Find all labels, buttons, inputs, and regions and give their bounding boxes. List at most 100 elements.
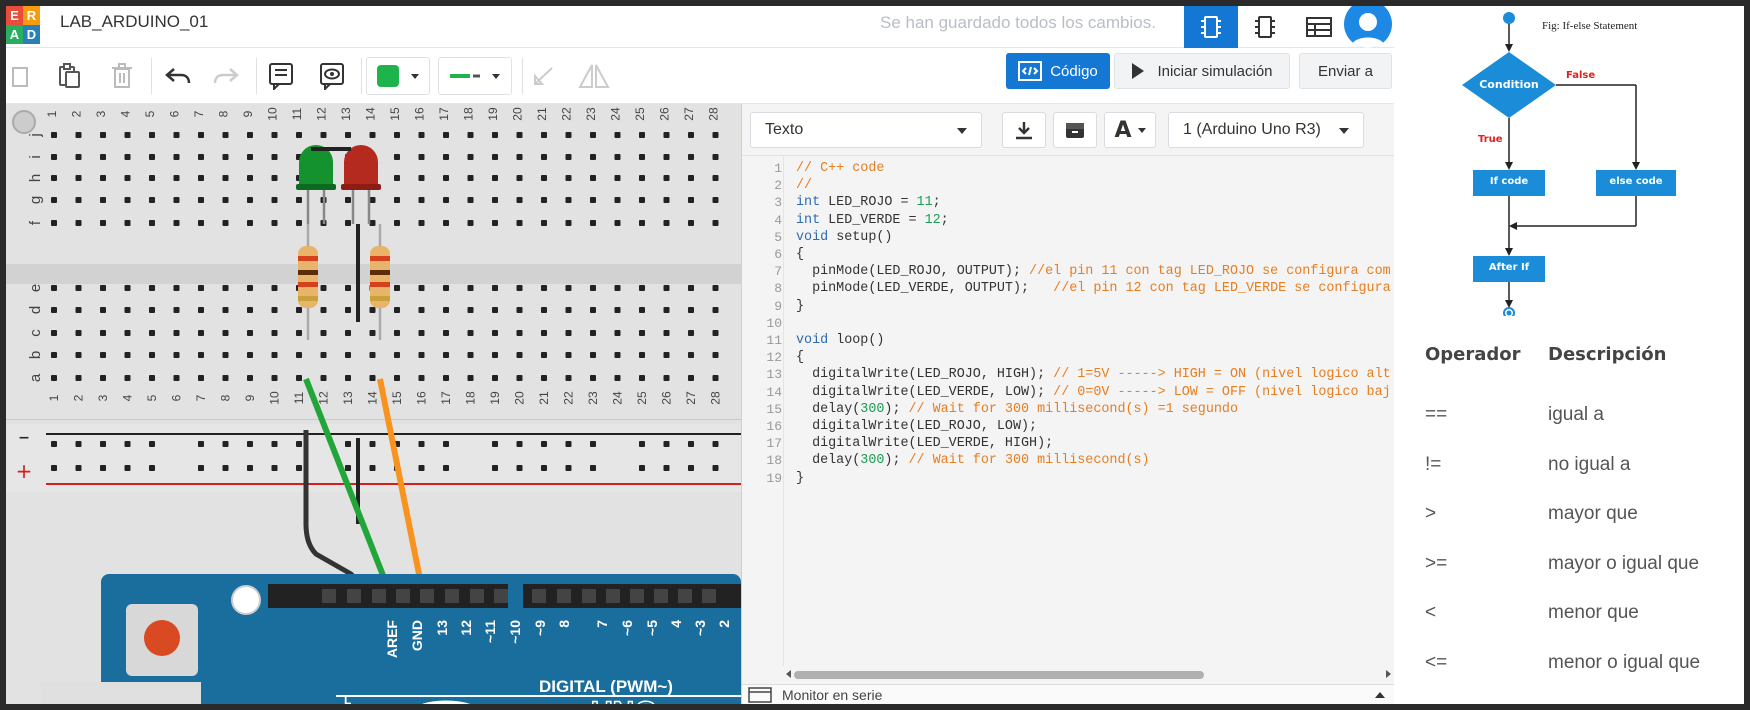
breadboard-hole[interactable]: [271, 175, 278, 181]
rail-hole[interactable]: [639, 441, 645, 447]
breadboard-hole[interactable]: [590, 285, 596, 291]
breadboard-hole[interactable]: [492, 375, 498, 381]
breadboard-hole[interactable]: [614, 175, 621, 181]
fit-view-icon[interactable]: [12, 110, 36, 134]
breadboard-hole[interactable]: [222, 197, 229, 203]
rail-hole[interactable]: [222, 441, 229, 447]
code-line[interactable]: digitalWrite(LED_ROJO, LOW);: [796, 418, 1391, 435]
breadboard-hole[interactable]: [712, 154, 719, 160]
breadboard-hole[interactable]: [639, 197, 645, 203]
breadboard-hole[interactable]: [100, 175, 106, 181]
breadboard-hole[interactable]: [124, 220, 131, 226]
breadboard-hole[interactable]: [345, 352, 351, 358]
breadboard-hole[interactable]: [639, 375, 645, 381]
breadboard-hole[interactable]: [149, 132, 155, 138]
breadboard-hole[interactable]: [418, 154, 425, 160]
font-size-button[interactable]: A: [1104, 112, 1156, 148]
breadboard-hole[interactable]: [320, 352, 327, 358]
rail-hole[interactable]: [51, 465, 57, 471]
breadboard-hole[interactable]: [565, 175, 572, 181]
breadboard-hole[interactable]: [149, 220, 155, 226]
breadboard-hole[interactable]: [100, 307, 106, 313]
breadboard-hole[interactable]: [565, 307, 572, 313]
breadboard-hole[interactable]: [320, 132, 327, 138]
breadboard-hole[interactable]: [271, 220, 278, 226]
breadboard-hole[interactable]: [75, 154, 82, 160]
breadboard-hole[interactable]: [369, 132, 376, 138]
rail-hole[interactable]: [369, 465, 376, 471]
breadboard-hole[interactable]: [712, 175, 719, 181]
code-line[interactable]: ​: [796, 315, 1391, 332]
breadboard-hole[interactable]: [124, 352, 131, 358]
rail-hole[interactable]: [516, 441, 523, 447]
breadboard-hole[interactable]: [271, 330, 278, 336]
breadboard-hole[interactable]: [688, 330, 694, 336]
circuit-svg[interactable]: –+11223344556677889910101111121213131414…: [6, 104, 741, 704]
breadboard-hole[interactable]: [516, 330, 523, 336]
breadboard-hole[interactable]: [51, 352, 57, 358]
breadboard-hole[interactable]: [565, 352, 572, 358]
breadboard-hole[interactable]: [124, 375, 131, 381]
delete-button[interactable]: [102, 57, 142, 95]
breadboard-hole[interactable]: [173, 307, 180, 313]
breadboard-hole[interactable]: [394, 175, 400, 181]
breadboard-hole[interactable]: [443, 375, 449, 381]
breadboard-hole[interactable]: [198, 375, 204, 381]
rail-hole[interactable]: [541, 441, 547, 447]
breadboard-hole[interactable]: [75, 307, 82, 313]
breadboard-hole[interactable]: [541, 307, 547, 313]
rail-hole[interactable]: [712, 465, 719, 471]
header-pin[interactable]: [445, 589, 459, 603]
breadboard-hole[interactable]: [639, 352, 645, 358]
header-pin[interactable]: [606, 589, 620, 603]
expand-up-icon[interactable]: [1375, 692, 1385, 698]
breadboard-hole[interactable]: [222, 285, 229, 291]
breadboard-hole[interactable]: [51, 132, 57, 138]
breadboard-hole[interactable]: [247, 375, 253, 381]
header-pin[interactable]: [420, 589, 434, 603]
breadboard-hole[interactable]: [418, 330, 425, 336]
breadboard-hole[interactable]: [394, 330, 400, 336]
breadboard-hole[interactable]: [467, 375, 474, 381]
breadboard-hole[interactable]: [492, 220, 498, 226]
breadboard-hole[interactable]: [394, 375, 400, 381]
header-pin[interactable]: [654, 589, 668, 603]
breadboard-hole[interactable]: [124, 175, 131, 181]
breadboard-hole[interactable]: [688, 154, 694, 160]
breadboard-hole[interactable]: [222, 330, 229, 336]
download-code-button[interactable]: [1002, 112, 1046, 148]
breadboard-hole[interactable]: [688, 175, 694, 181]
breadboard-hole[interactable]: [639, 220, 645, 226]
rail-hole[interactable]: [688, 441, 694, 447]
code-line[interactable]: void setup(): [796, 229, 1391, 246]
code-line[interactable]: pinMode(LED_VERDE, OUTPUT); //el pin 12 …: [796, 280, 1391, 297]
breadboard-hole[interactable]: [320, 307, 327, 313]
breadboard-hole[interactable]: [443, 220, 449, 226]
breadboard-hole[interactable]: [149, 330, 155, 336]
breadboard-hole[interactable]: [296, 307, 302, 313]
breadboard-hole[interactable]: [492, 330, 498, 336]
breadboard-hole[interactable]: [394, 154, 400, 160]
breadboard-hole[interactable]: [516, 375, 523, 381]
wire-style-dropdown[interactable]: [438, 57, 512, 95]
breadboard-hole[interactable]: [467, 220, 474, 226]
breadboard-hole[interactable]: [124, 330, 131, 336]
breadboard-hole[interactable]: [100, 285, 106, 291]
breadboard-hole[interactable]: [663, 132, 670, 138]
breadboard-hole[interactable]: [394, 220, 400, 226]
breadboard-hole[interactable]: [271, 132, 278, 138]
breadboard-hole[interactable]: [271, 154, 278, 160]
code-line[interactable]: int LED_ROJO = 11;: [796, 194, 1391, 211]
breadboard-hole[interactable]: [516, 197, 523, 203]
header-pin[interactable]: [582, 589, 596, 603]
breadboard-hole[interactable]: [443, 175, 449, 181]
breadboard-hole[interactable]: [712, 375, 719, 381]
breadboard-hole[interactable]: [614, 330, 621, 336]
breadboard-hole[interactable]: [124, 285, 131, 291]
breadboard-hole[interactable]: [614, 132, 621, 138]
breadboard-hole[interactable]: [590, 307, 596, 313]
header-pin[interactable]: [702, 589, 716, 603]
breadboard-hole[interactable]: [590, 154, 596, 160]
code-line[interactable]: pinMode(LED_ROJO, OUTPUT); //el pin 11 c…: [796, 263, 1391, 280]
breadboard-hole[interactable]: [565, 154, 572, 160]
